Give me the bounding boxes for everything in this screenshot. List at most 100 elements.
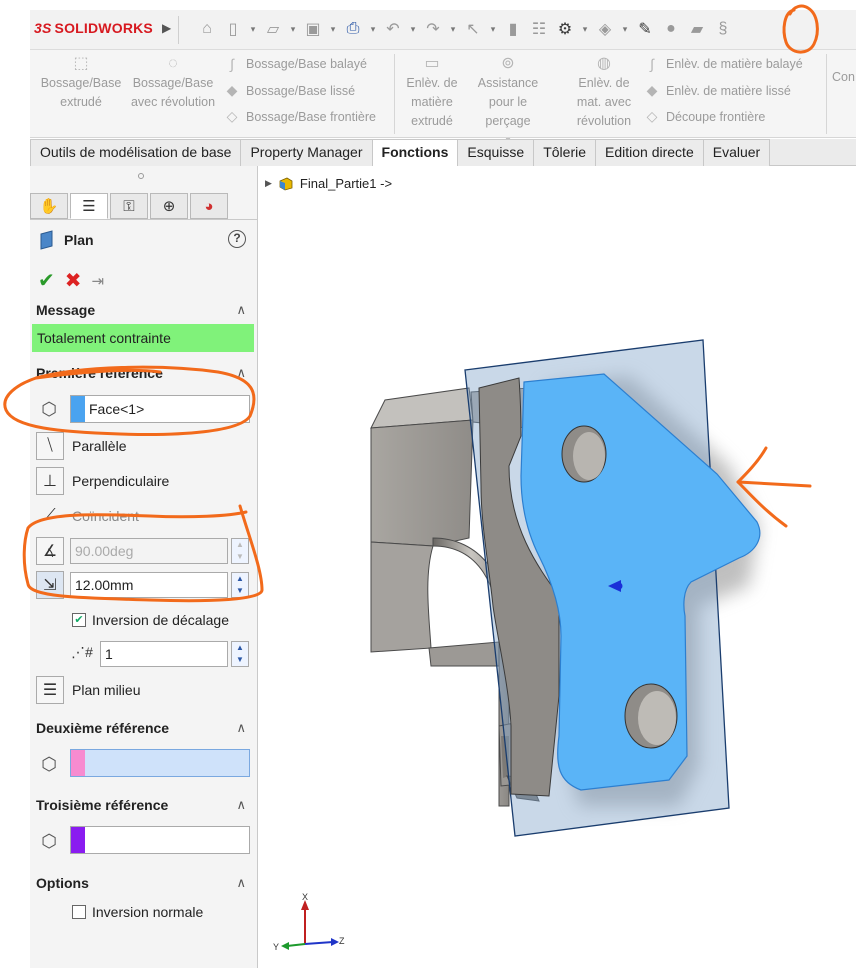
sweep-feature-icon[interactable]: § (712, 18, 734, 40)
third-reference-field[interactable] (70, 826, 250, 854)
angle-spinner[interactable]: ▲ ▼ (231, 538, 249, 564)
mid-plane-label: Plan milieu (72, 682, 141, 698)
spin-up-icon[interactable]: ▲ (232, 642, 248, 654)
angle-input[interactable]: 90.00deg (70, 538, 228, 564)
tab-sketch[interactable]: Esquisse (458, 139, 535, 166)
cut-revolve-button[interactable]: ◍ Enlèv. de mat. avec révolution (570, 50, 638, 131)
hole-wizard-label: Assistance pour le perçage (477, 76, 539, 128)
display-manager-tab-icon[interactable]: ◕ (190, 193, 228, 219)
feature-tree-tab-icon[interactable]: ✋ (30, 193, 68, 219)
flip-normal-checkbox[interactable] (72, 905, 86, 919)
file-properties-icon[interactable]: ☷ (528, 18, 550, 40)
boss-extrude-icon: ⬚ (73, 55, 89, 72)
new-document-icon[interactable]: ▯ (222, 18, 244, 40)
new-dropdown-icon[interactable]: ▾ (248, 24, 258, 35)
refgeom-dropdown-icon[interactable]: ▾ (620, 24, 630, 35)
collapse-caret-icon[interactable]: ∧ (236, 365, 246, 381)
mid-plane-option[interactable]: ☰ Plan milieu (36, 676, 140, 704)
cut-boundary-button[interactable]: ◇ Découpe frontière (644, 108, 766, 125)
cut-extrude-button[interactable]: ▭ Enlèv. de matière extrudé (400, 50, 464, 131)
second-reference-header[interactable]: Deuxième référence ∧ (30, 720, 258, 742)
plane-icon[interactable]: ▰ (686, 18, 708, 40)
collapse-caret-icon[interactable]: ∧ (236, 720, 246, 736)
dimxpert-tab-icon[interactable]: ⊕ (150, 193, 188, 219)
cut-loft-button[interactable]: ◆ Enlèv. de matière lissé (644, 82, 791, 99)
flip-normal-checkbox-row[interactable]: Inversion normale (72, 904, 203, 920)
offset-spinner[interactable]: ▲ ▼ (231, 572, 249, 598)
spin-down-icon[interactable]: ▼ (232, 551, 248, 563)
print-dropdown-icon[interactable]: ▾ (368, 24, 378, 35)
axis-x-label: X (302, 892, 308, 902)
cancel-x-icon[interactable]: ✖ (65, 268, 82, 293)
first-reference-field[interactable]: Face<1> (70, 395, 250, 423)
open-folder-icon[interactable]: ▱ (262, 18, 284, 40)
boss-extrude-button[interactable]: ⬚ Bossage/Base extrudé (36, 50, 126, 112)
configuration-tab-icon[interactable]: ⚿ (110, 193, 148, 219)
boss-sweep-button[interactable]: ∫ Bossage/Base balayé (224, 56, 367, 72)
more-commands-button[interactable]: Con (832, 68, 856, 87)
undo-icon[interactable]: ↶ (382, 18, 404, 40)
offset-distance-option[interactable]: ⇲ (36, 571, 64, 599)
flip-offset-checkbox-row[interactable]: ✔ Inversion de décalage (72, 612, 229, 628)
ok-check-icon[interactable]: ✔ (38, 268, 55, 293)
tab-evaluate[interactable]: Evaluer (703, 139, 771, 166)
boss-boundary-icon: ◇ (226, 108, 238, 124)
appearance-sphere-icon[interactable]: ● (660, 18, 682, 40)
select-dropdown-icon[interactable]: ▾ (488, 24, 498, 35)
cut-loft-label: Enlèv. de matière lissé (666, 83, 791, 98)
offset-distance-input[interactable]: 12.00mm (70, 572, 228, 598)
angle-option[interactable]: ∡ (36, 537, 64, 565)
message-section-header[interactable]: Message ∧ (30, 302, 258, 324)
boss-loft-button[interactable]: ◆ Bossage/Base lissé (224, 82, 355, 99)
boss-revolve-label: Bossage/Base avec révolution (130, 76, 216, 109)
instances-input[interactable]: 1 (100, 641, 228, 667)
tab-sheet-metal[interactable]: Tôlerie (534, 139, 597, 166)
save-icon[interactable]: ▣ (302, 18, 324, 40)
options-gear-icon[interactable]: ⚙ (554, 18, 576, 40)
tab-property-manager[interactable]: Property Manager (241, 139, 373, 166)
flip-offset-checkbox[interactable]: ✔ (72, 613, 86, 627)
spin-down-icon[interactable]: ▼ (232, 585, 248, 597)
cut-sweep-button[interactable]: ∫ Enlèv. de matière balayé (644, 56, 803, 72)
graphics-viewport[interactable]: ▶ Final_Partie1 -> X Z Y (259, 166, 856, 968)
tab-features[interactable]: Fonctions (372, 139, 459, 166)
help-icon[interactable]: ? (228, 230, 246, 248)
options-section-header[interactable]: Options ∧ (30, 875, 258, 897)
menu-expand-icon[interactable]: ▶ (162, 21, 171, 35)
hole-wizard-button[interactable]: ⊚ Assistance pour le perçage ▾ (466, 50, 550, 150)
second-reference-field[interactable] (70, 749, 250, 777)
first-reference-header[interactable]: Première référence ∧ (30, 365, 258, 387)
home-icon[interactable]: ⌂ (196, 18, 218, 40)
redo-icon[interactable]: ↷ (422, 18, 444, 40)
tab-base-modeling-tools[interactable]: Outils de modélisation de base (30, 139, 242, 166)
panel-grip-handle[interactable] (138, 173, 144, 179)
spin-up-icon[interactable]: ▲ (232, 573, 248, 585)
panel-title: Plan (38, 230, 94, 250)
parallel-option[interactable]: ⧹ Parallèle (36, 432, 126, 460)
coincident-option[interactable]: ⟋ Coïncident (36, 502, 139, 530)
third-reference-header[interactable]: Troisième référence ∧ (30, 797, 258, 819)
perpendicular-option[interactable]: ⊥ Perpendiculaire (36, 467, 169, 495)
tab-direct-editing[interactable]: Edition directe (596, 139, 704, 166)
smart-dimension-icon[interactable]: ✎ (634, 18, 656, 40)
options-dropdown-icon[interactable]: ▾ (580, 24, 590, 35)
save-dropdown-icon[interactable]: ▾ (328, 24, 338, 35)
print-icon[interactable]: ⎙ (342, 18, 364, 40)
collapse-caret-icon[interactable]: ∧ (236, 875, 246, 891)
spin-down-icon[interactable]: ▼ (232, 654, 248, 666)
property-manager-tab-icon[interactable]: ☰ (70, 193, 108, 219)
pin-icon[interactable]: ⇥ (92, 272, 105, 290)
boss-boundary-button[interactable]: ◇ Bossage/Base frontière (224, 108, 376, 125)
undo-dropdown-icon[interactable]: ▾ (408, 24, 418, 35)
instances-spinner[interactable]: ▲ ▼ (231, 641, 249, 667)
collapse-caret-icon[interactable]: ∧ (236, 302, 246, 318)
rebuild-icon[interactable]: ▮ (502, 18, 524, 40)
boss-revolve-button[interactable]: ◌ Bossage/Base avec révolution (128, 50, 218, 112)
redo-dropdown-icon[interactable]: ▾ (448, 24, 458, 35)
select-arrow-icon[interactable]: ↖ (462, 18, 484, 40)
open-dropdown-icon[interactable]: ▾ (288, 24, 298, 35)
spin-up-icon[interactable]: ▲ (232, 539, 248, 551)
coincident-icon: ⟋ (44, 507, 56, 524)
collapse-caret-icon[interactable]: ∧ (236, 797, 246, 813)
reference-geometry-icon[interactable]: ◈ (594, 18, 616, 40)
